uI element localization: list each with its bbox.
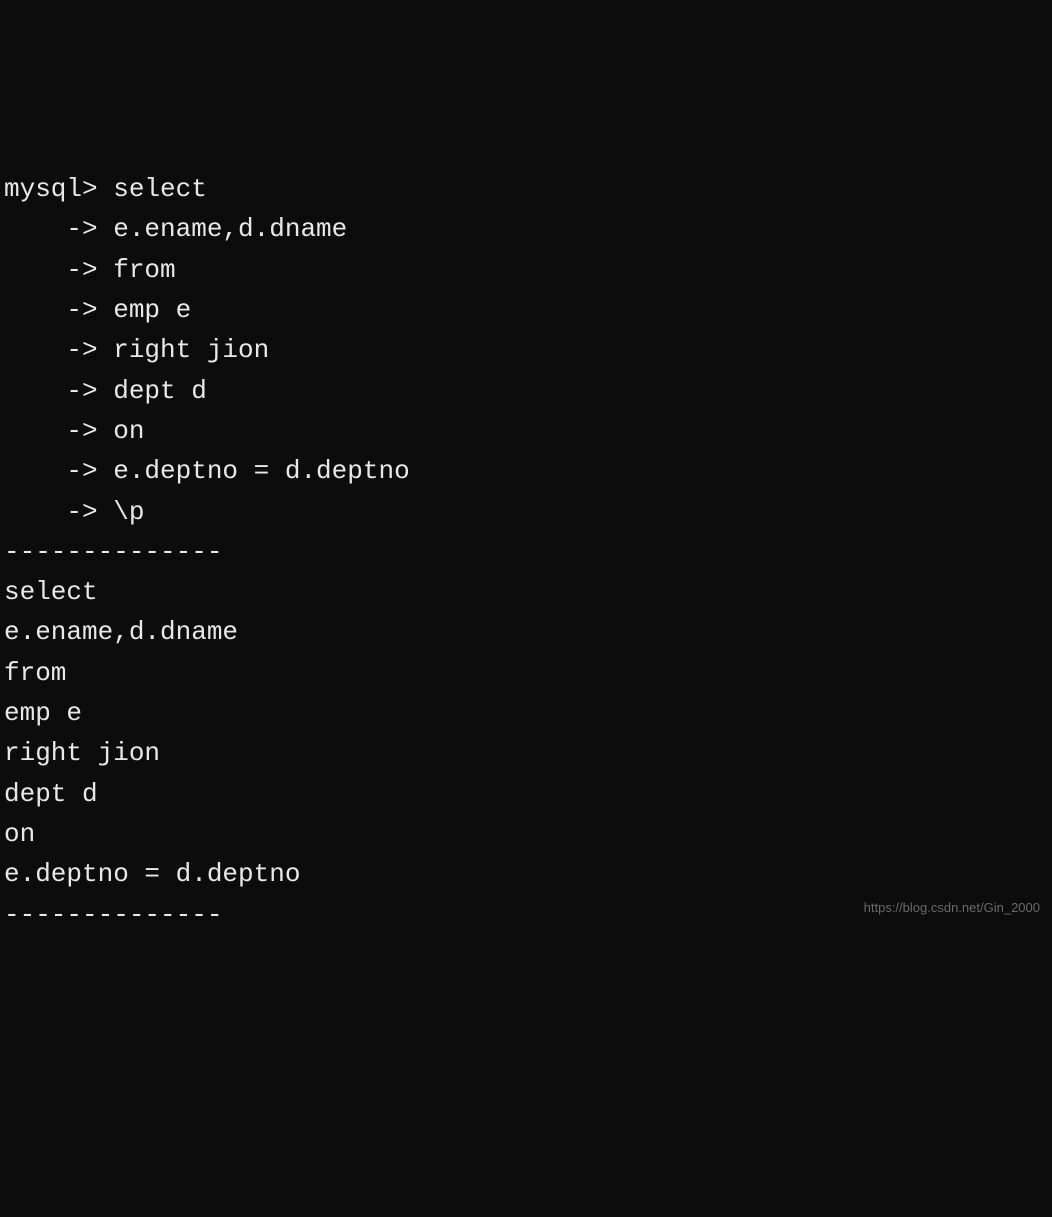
continuation-prompt: -> (4, 255, 113, 285)
mysql-prompt: mysql> (4, 174, 113, 204)
continuation-prompt: -> (4, 497, 113, 527)
sql-text: from (113, 255, 175, 285)
sql-text: \p (113, 497, 144, 527)
continuation-prompt: -> (4, 456, 113, 486)
output-line: select (4, 572, 1052, 612)
continuation-prompt: -> (4, 295, 113, 325)
continuation-prompt: -> (4, 214, 113, 244)
continuation-line: -> emp e (4, 290, 1052, 330)
output-line: right jion (4, 733, 1052, 773)
output-line: on (4, 814, 1052, 854)
sql-text: e.ename,d.dname (113, 214, 347, 244)
continuation-line: -> dept d (4, 371, 1052, 411)
sql-text: e.deptno = d.deptno (113, 456, 409, 486)
continuation-prompt: -> (4, 376, 113, 406)
continuation-line: -> right jion (4, 330, 1052, 370)
continuation-line: -> from (4, 250, 1052, 290)
continuation-prompt: -> (4, 335, 113, 365)
separator-line: -------------- (4, 532, 1052, 572)
output-line: emp e (4, 693, 1052, 733)
sql-text: on (113, 416, 144, 446)
sql-text: dept d (113, 376, 207, 406)
continuation-line: -> on (4, 411, 1052, 451)
watermark-text: https://blog.csdn.net/Gin_2000 (864, 898, 1040, 918)
sql-text: right jion (113, 335, 269, 365)
prompt-line: mysql> select (4, 169, 1052, 209)
sql-text: select (113, 174, 207, 204)
terminal-output: mysql> select -> e.ename,d.dname -> from… (4, 169, 1052, 935)
continuation-prompt: -> (4, 416, 113, 446)
output-line: dept d (4, 774, 1052, 814)
continuation-line: -> e.deptno = d.deptno (4, 451, 1052, 491)
sql-text: emp e (113, 295, 191, 325)
continuation-line: -> \p (4, 492, 1052, 532)
output-line: e.ename,d.dname (4, 612, 1052, 652)
output-line: e.deptno = d.deptno (4, 854, 1052, 894)
output-line: from (4, 653, 1052, 693)
continuation-line: -> e.ename,d.dname (4, 209, 1052, 249)
